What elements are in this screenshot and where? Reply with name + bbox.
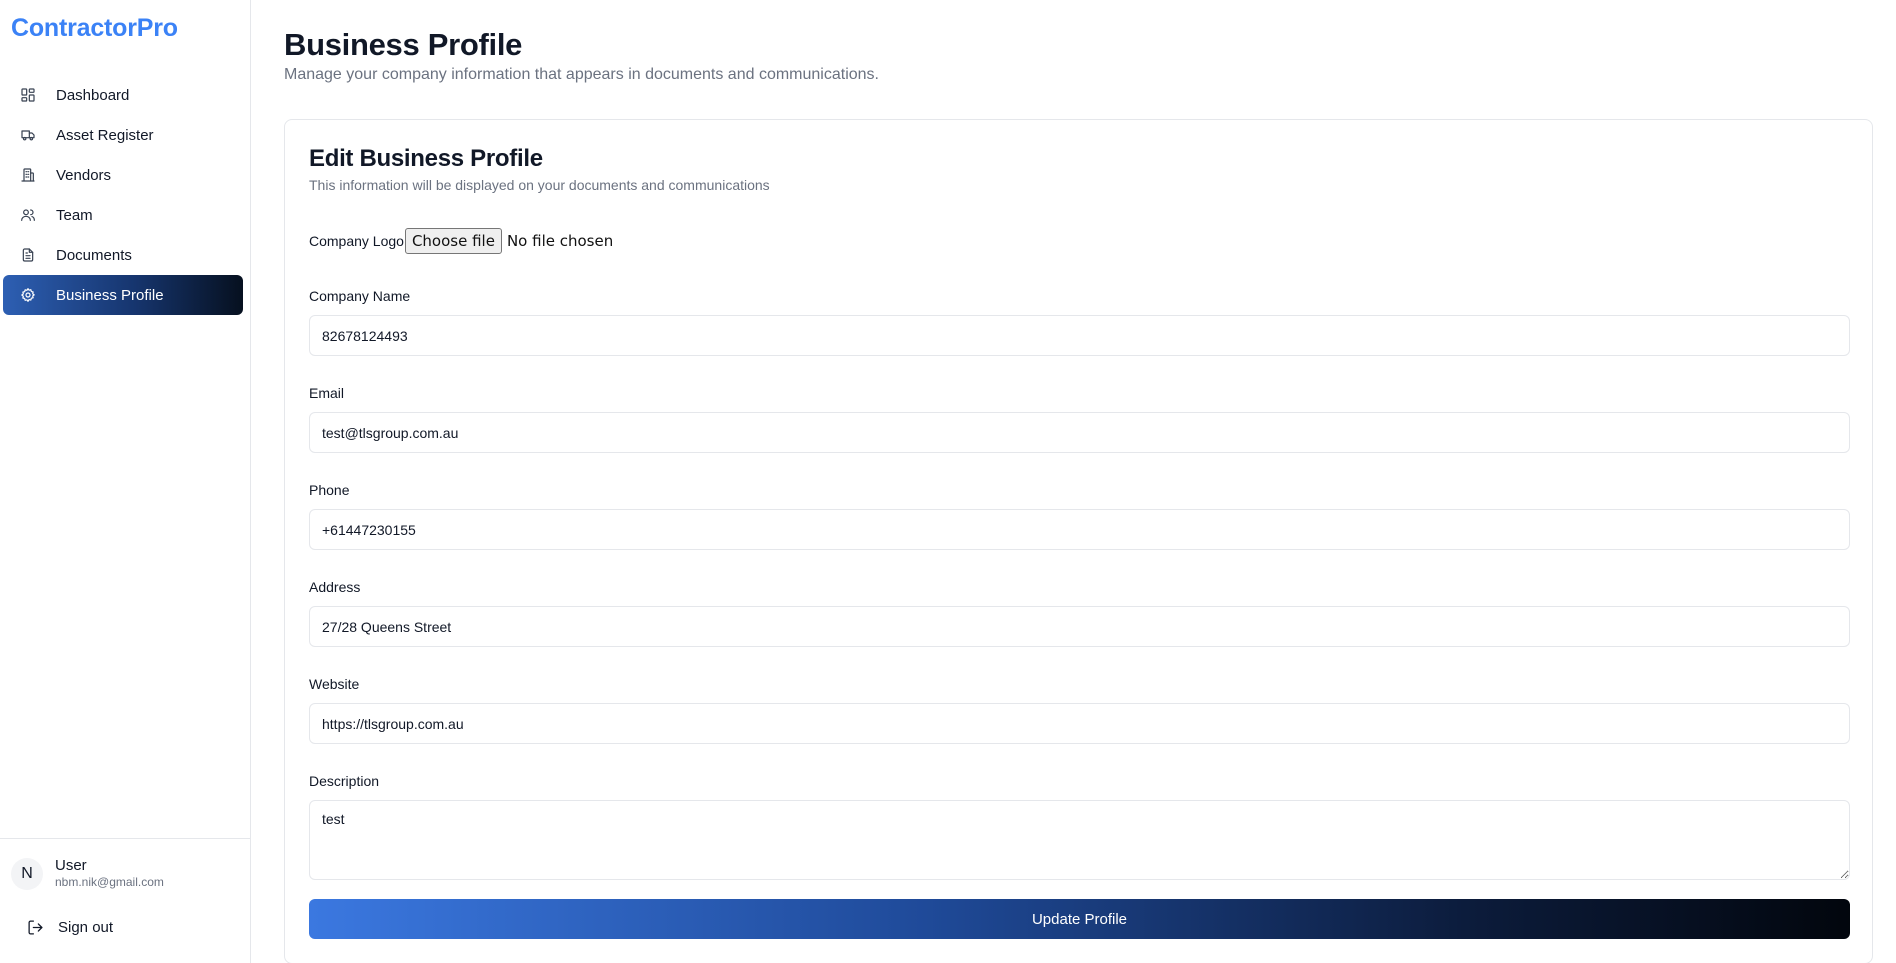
company-name-input[interactable]	[309, 315, 1850, 356]
users-icon	[19, 206, 37, 224]
sidebar-item-label: Asset Register	[56, 126, 154, 144]
sidebar-item-label: Team	[56, 206, 93, 224]
website-field[interactable]	[309, 703, 1850, 744]
website-label: Website	[309, 676, 360, 692]
company-name-label: Company Name	[309, 288, 411, 304]
sidebar-item-label: Documents	[56, 246, 132, 264]
truck-icon	[19, 126, 37, 144]
sidebar-footer: N User nbm.nik@gmail.com Sign out	[0, 838, 250, 963]
sidebar-item-label: Dashboard	[56, 86, 130, 104]
sidebar-item-business-profile[interactable]: Business Profile	[3, 275, 243, 315]
phone-field[interactable]	[309, 509, 1850, 550]
description-label: Description	[309, 773, 380, 789]
company-logo-field: Company Logo Choose file No file chosen	[309, 228, 613, 254]
choose-file-button[interactable]: Choose file	[404, 228, 502, 254]
sign-out-label: Sign out	[58, 919, 114, 936]
card-description: This information will be displayed on yo…	[309, 177, 770, 193]
user-info: N User nbm.nik@gmail.com	[11, 857, 164, 890]
sidebar-item-label: Business Profile	[56, 286, 164, 304]
phone-label: Phone	[309, 482, 350, 498]
sidebar-item-dashboard[interactable]: Dashboard	[3, 75, 243, 115]
sidebar-item-asset-register[interactable]: Asset Register	[3, 115, 243, 155]
page-subtitle: Manage your company information that app…	[284, 66, 879, 83]
user-email: nbm.nik@gmail.com	[55, 875, 164, 889]
card-title: Edit Business Profile	[309, 145, 543, 172]
address-field[interactable]	[309, 606, 1850, 647]
sidebar-nav: Dashboard Asset Register Vendors Team Do…	[3, 75, 243, 315]
dashboard-icon	[19, 86, 37, 104]
sidebar-item-documents[interactable]: Documents	[3, 235, 243, 275]
log-out-icon	[28, 920, 43, 935]
page-title: Business Profile	[284, 27, 523, 62]
avatar: N	[11, 857, 43, 890]
company-logo-label: Company Logo	[309, 233, 404, 249]
sign-out-button[interactable]: Sign out	[27, 919, 113, 936]
email-label: Email	[309, 385, 345, 401]
sidebar-item-vendors[interactable]: Vendors	[3, 155, 243, 195]
building-icon	[19, 166, 37, 184]
user-name: User	[55, 857, 87, 874]
file-status: No file chosen	[506, 232, 614, 250]
sidebar-item-team[interactable]: Team	[3, 195, 243, 235]
description-textarea[interactable]: test	[309, 800, 1850, 880]
brand-logo[interactable]: ContractorPro	[11, 14, 178, 43]
gear-icon	[19, 286, 37, 304]
update-profile-button[interactable]: Update Profile	[309, 899, 1850, 939]
email-field[interactable]	[309, 412, 1850, 453]
edit-profile-card: Edit Business Profile This information w…	[284, 119, 1873, 963]
sidebar-item-label: Vendors	[56, 166, 112, 184]
address-label: Address	[309, 579, 361, 595]
file-text-icon	[19, 246, 37, 264]
sidebar: ContractorPro Dashboard Asset Register V…	[0, 0, 251, 963]
